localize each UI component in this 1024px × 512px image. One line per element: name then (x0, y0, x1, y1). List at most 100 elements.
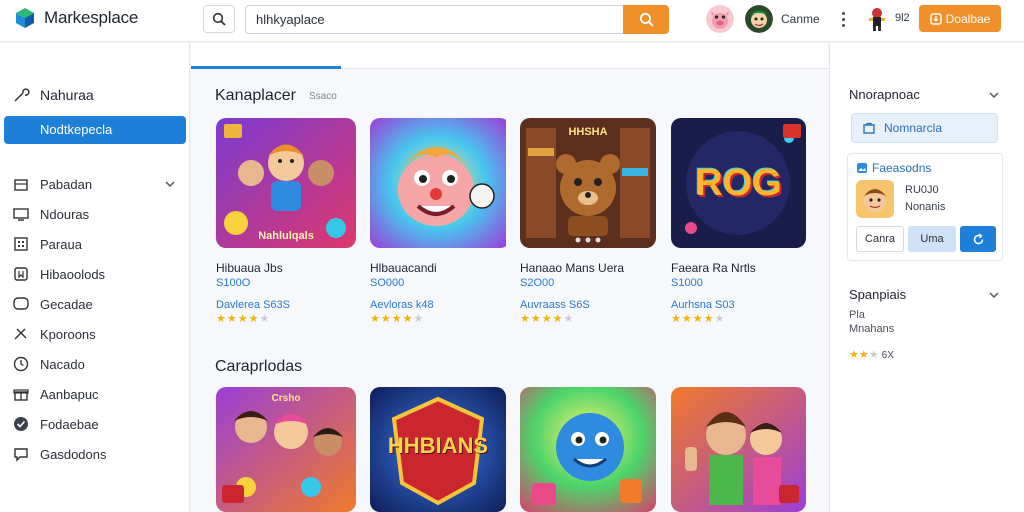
game-label[interactable]: Canme (781, 12, 820, 26)
app-title: Markesplace (44, 8, 139, 27)
count-label: 9l2 (895, 12, 910, 24)
rating-stars: ★★★★★ (671, 313, 726, 325)
app-thumbnail[interactable]: Nahlulqals (216, 118, 356, 248)
thumbnail-art-text: Nahlulqals (258, 230, 314, 242)
sidebar-item-label: Gasdodons (40, 446, 107, 462)
app-meta: Auvraass S6S (520, 299, 590, 311)
image-icon (857, 163, 867, 173)
sidebar-item-label: Fodaebae (40, 416, 99, 432)
bookmark-icon (14, 267, 28, 281)
wrench-icon (14, 88, 30, 102)
app-price: SO000 (370, 277, 405, 289)
sidebar-item-3[interactable]: Hibaoolods (12, 262, 182, 286)
sidebar-item-5[interactable]: Kporoons (12, 322, 182, 346)
sidebar-item-label: Aanbapuc (40, 386, 99, 402)
user-avatar-game[interactable] (745, 5, 773, 33)
sidebar-top-item[interactable]: Nahuraa (12, 86, 94, 104)
sidebar-item-2[interactable]: Paraua (12, 232, 182, 256)
app-thumbnail[interactable]: ROG (671, 118, 806, 248)
tab-active-indicator[interactable] (191, 66, 341, 69)
app-thumbnail[interactable] (671, 387, 806, 512)
app-title[interactable]: Faeara Ra Nrtls (671, 261, 811, 275)
search-submit-button[interactable] (623, 5, 669, 34)
sidebar-item-active[interactable]: Nodtkepecla (4, 116, 186, 144)
profile-line-2: Nonanis (905, 201, 946, 213)
sidebar-item-9[interactable]: Gasdodons (12, 442, 182, 466)
section-title-featured: Kanaplacer (215, 87, 296, 104)
app-meta: Davlerea S63S (216, 299, 290, 311)
chat-icon (13, 297, 29, 310)
cancel-button[interactable]: Canra (856, 226, 904, 252)
app-thumbnail[interactable]: Crsho (216, 387, 356, 512)
app-thumbnail[interactable]: HHBIANS (370, 387, 506, 512)
app-thumbnail[interactable]: HHSHA (520, 118, 656, 248)
sidebar-item-8[interactable]: Fodaebae (12, 412, 182, 436)
sidebar-item-label: Gecadae (40, 296, 93, 312)
refresh-button[interactable] (960, 226, 996, 252)
app-thumbnail[interactable] (520, 387, 656, 512)
thumbnail-art-text: HHSHA (568, 126, 608, 138)
check-circle-icon (14, 417, 28, 431)
thumbnail-art-text: HHBIANS (387, 433, 489, 458)
app-card[interactable]: ROG Faeara Ra Nrtls S1000 Aurhsna S03 ★★… (671, 118, 811, 325)
more-options-icon[interactable] (838, 8, 848, 30)
app-card[interactable]: Crsho (216, 387, 356, 512)
comment-icon (14, 448, 28, 462)
panel-rating: ★★★ 6X (849, 349, 894, 361)
sidebar: Nahuraa Nodtkepecla Pabadan Ndouras Para… (0, 43, 190, 512)
sidebar-item-1[interactable]: Ndouras (12, 202, 182, 226)
main-content: Kanaplacer Ssaco Nahlulqals Hibuaua Jbs … (191, 43, 828, 512)
app-card[interactable]: HHBIANS (370, 387, 510, 512)
app-card[interactable]: Nahlulqals Hibuaua Jbs S100O Davlerea S6… (216, 118, 356, 325)
user-avatar-pig[interactable] (706, 5, 734, 33)
right-panel: Nnorapnoac Nomnarcla Faeasodns RU0J0 Non… (829, 43, 1024, 512)
sidebar-item-label: Hibaoolods (40, 266, 106, 282)
tools-icon (14, 328, 27, 340)
search-icon-button[interactable] (203, 5, 235, 33)
chevron-down-icon[interactable] (164, 178, 176, 190)
app-meta: Aurhsna S03 (671, 299, 735, 311)
app-title[interactable]: Hibuaua Jbs (216, 261, 356, 275)
chevron-down-icon[interactable] (988, 289, 1000, 301)
profile-avatar[interactable] (856, 180, 894, 218)
app-card[interactable] (520, 387, 660, 512)
section-subtitle[interactable]: Ssaco (309, 91, 337, 102)
download-label: Doalbae (945, 11, 991, 26)
panel-chip[interactable]: Nomnarcla (851, 113, 998, 143)
panel-sub-1: Pla (849, 309, 865, 321)
sidebar-item-4[interactable]: Gecadae (12, 292, 182, 316)
app-thumbnail[interactable] (370, 118, 510, 248)
sidebar-top-label: Nahuraa (40, 87, 94, 103)
app-title[interactable]: Hlbauacandi (370, 261, 510, 275)
rating-stars: ★★★★★ (520, 313, 575, 325)
store-icon (14, 179, 28, 191)
chevron-down-icon[interactable] (988, 89, 1000, 101)
character-icon[interactable] (866, 6, 888, 32)
thumbnail-art-text: Crsho (271, 393, 301, 404)
app-price: S100O (216, 277, 251, 289)
sidebar-item-0[interactable]: Pabadan (12, 172, 182, 196)
section-title-categories: Caraprlodas (215, 358, 303, 375)
app-card[interactable]: HHSHA Hanaao Mans Uera S2O00 Auvraass S6… (520, 118, 660, 325)
app-card[interactable]: Hlbauacandi SO000 Aevloras k48 ★★★★★ (370, 118, 510, 325)
search-icon (639, 12, 654, 27)
search-input[interactable] (245, 5, 623, 34)
app-logo[interactable]: Markesplace (14, 7, 138, 29)
download-icon (929, 12, 942, 25)
building-icon (14, 237, 28, 251)
bag-icon (863, 122, 875, 134)
gift-icon (13, 389, 29, 401)
sidebar-item-6[interactable]: Nacado (12, 352, 182, 376)
rating-stars: ★★★★★ (216, 313, 271, 325)
secondary-button[interactable]: Uma (908, 226, 956, 252)
profile-card-header: Faeasodns (856, 161, 931, 175)
download-button[interactable]: Doalbae (919, 5, 1001, 32)
chip-label: Nomnarcla (884, 121, 943, 135)
app-title[interactable]: Hanaao Mans Uera (520, 261, 660, 275)
refresh-icon (973, 232, 983, 244)
sidebar-item-label: Kporoons (40, 326, 96, 342)
sidebar-item-label: Paraua (40, 236, 82, 252)
app-card[interactable] (671, 387, 811, 512)
search-icon (212, 12, 226, 26)
sidebar-item-7[interactable]: Aanbapuc (12, 382, 182, 406)
